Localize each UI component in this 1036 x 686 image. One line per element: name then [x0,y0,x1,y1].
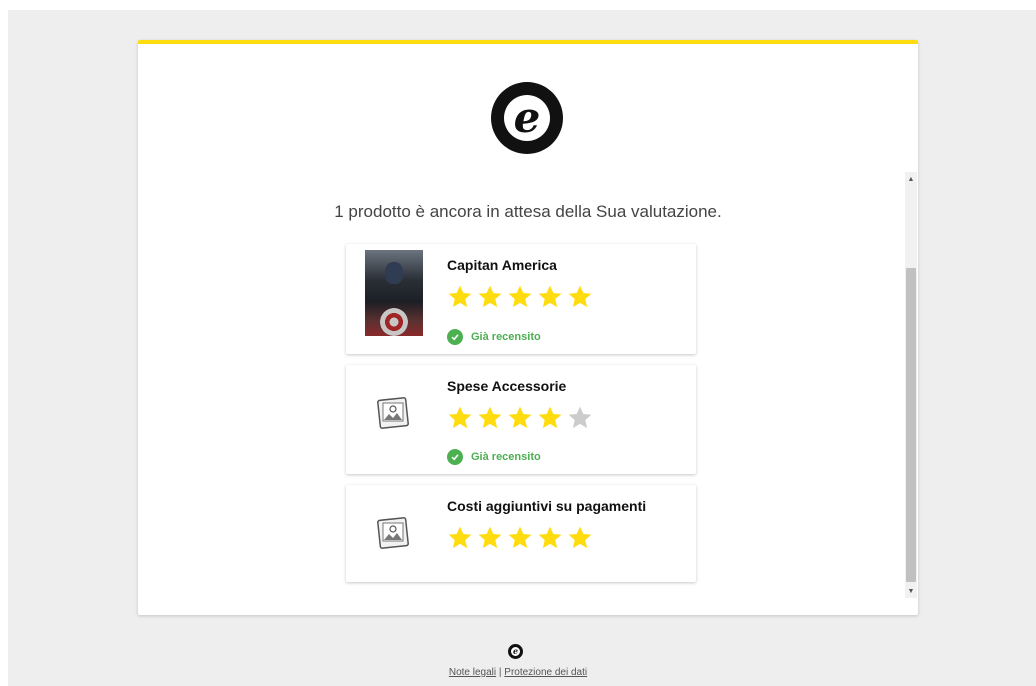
product-card: Costi aggiuntivi su pagamenti [346,485,696,582]
product-card: Capitan America Già recensito [346,244,696,354]
star-icon[interactable] [447,525,473,551]
privacy-link[interactable]: Protezione dei dati [504,667,587,678]
scrollbar[interactable]: ▲ ▼ [905,172,917,598]
check-circle-icon [447,329,463,345]
trusted-shops-logo: e [491,82,563,154]
star-icon[interactable] [567,405,593,431]
pending-review-headline: 1 prodotto è ancora in attesa della Sua … [334,202,722,221]
star-icon[interactable] [537,405,563,431]
star-icon[interactable] [447,284,473,310]
star-icon[interactable] [477,284,503,310]
product-card: Spese Accessorie Già recensito [346,365,696,474]
star-icon[interactable] [477,405,503,431]
star-icon[interactable] [447,405,473,431]
star-icon[interactable] [507,284,533,310]
star-rating[interactable] [447,405,593,431]
scroll-up-arrow-icon[interactable]: ▲ [905,172,917,186]
star-icon[interactable] [537,284,563,310]
reviewed-status: Già recensito [447,449,541,465]
star-icon[interactable] [567,284,593,310]
star-icon[interactable] [507,525,533,551]
legal-notes-link[interactable]: Note legali [449,667,496,678]
scrollbar-thumb[interactable] [906,268,916,582]
footer-logo: e [508,644,523,659]
reviewed-label: Già recensito [471,331,541,343]
star-icon[interactable] [537,525,563,551]
reviewed-status: Già recensito [447,329,541,345]
check-circle-icon [447,449,463,465]
product-name: Spese Accessorie [447,378,567,394]
product-name: Costi aggiuntivi su pagamenti [447,498,647,514]
star-icon[interactable] [567,525,593,551]
reviewed-label: Già recensito [471,451,541,463]
image-placeholder-icon [377,517,409,549]
star-icon[interactable] [507,405,533,431]
product-image [365,250,423,336]
footer-links: Note legali | Protezione dei dati [0,667,1036,678]
image-placeholder-icon [377,397,409,429]
product-name: Capitan America [447,257,557,273]
star-rating[interactable] [447,525,593,551]
review-card: e 1 prodotto è ancora in attesa della Su… [138,40,918,615]
star-icon[interactable] [477,525,503,551]
scroll-down-arrow-icon[interactable]: ▼ [905,584,917,598]
star-rating[interactable] [447,284,593,310]
